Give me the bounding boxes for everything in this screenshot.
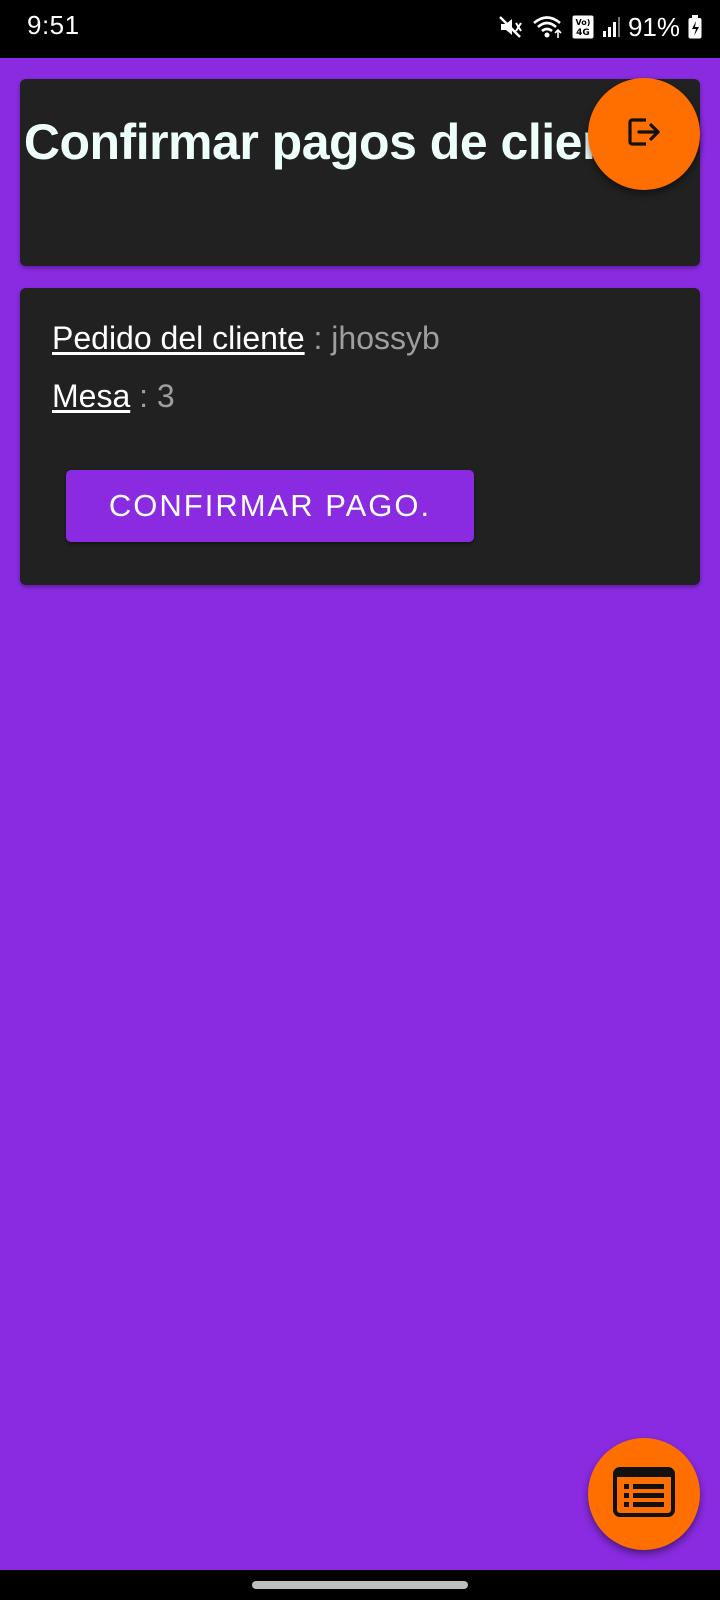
svg-text:4G: 4G <box>576 28 590 38</box>
status-time: 9:51 <box>27 10 80 40</box>
table-row: Mesa : 3 <box>52 378 175 415</box>
orders-list-button[interactable] <box>588 1438 700 1550</box>
table-value: : 3 <box>130 378 175 414</box>
home-gesture-handle[interactable] <box>252 1581 468 1589</box>
logout-button[interactable] <box>588 78 700 190</box>
logout-icon <box>622 110 666 159</box>
wifi-icon <box>532 14 564 40</box>
battery-percent: 91% <box>627 11 680 42</box>
navigation-bar <box>0 1570 720 1600</box>
client-label: Pedido del cliente <box>52 320 305 356</box>
table-label: Mesa <box>52 378 131 414</box>
svg-text:Vo): Vo) <box>576 18 591 27</box>
volte-icon: Vo) 4G <box>572 15 594 39</box>
confirm-payment-button[interactable]: CONFIRMAR PAGO. <box>66 470 474 542</box>
status-bar: 9:51 Vo) 4G 91% <box>0 0 720 58</box>
client-value: : jhossyb <box>304 320 440 356</box>
status-icons: Vo) 4G 91% <box>498 11 702 42</box>
mute-icon <box>498 15 524 39</box>
order-list-icon <box>613 1466 675 1522</box>
order-card: Pedido del cliente : jhossyb Mesa : 3 CO… <box>20 288 700 585</box>
battery-charging-icon <box>688 15 702 39</box>
signal-icon <box>602 16 620 38</box>
client-row: Pedido del cliente : jhossyb <box>52 320 440 357</box>
